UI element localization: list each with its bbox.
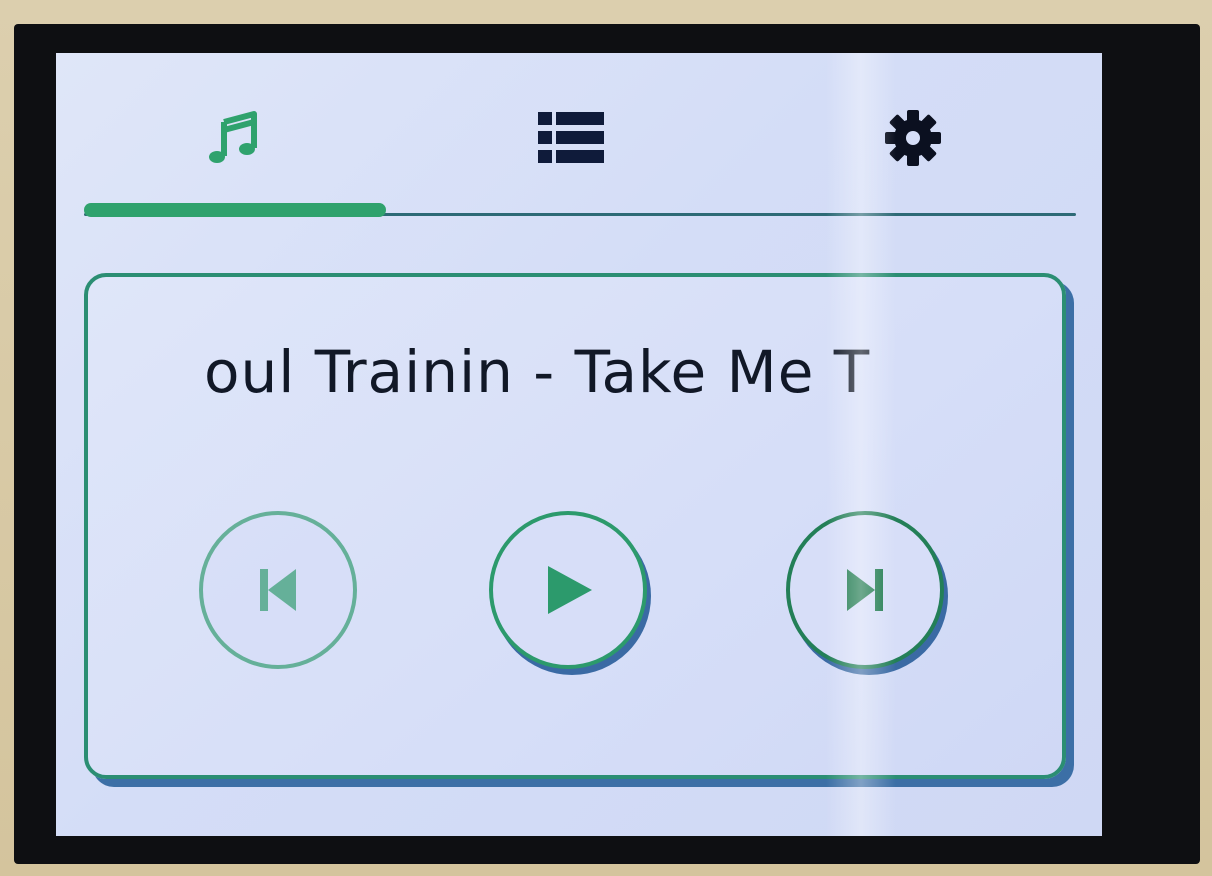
player-card: oul Trainin - Take Me T — [84, 273, 1066, 779]
device-frame: oul Trainin - Take Me T — [0, 0, 1212, 876]
music-note-icon — [209, 111, 257, 163]
skip-previous-icon — [260, 569, 296, 611]
active-tab-indicator — [84, 203, 386, 217]
tab-music[interactable] — [174, 93, 294, 183]
track-title-marquee: oul Trainin - Take Me T — [92, 337, 1058, 407]
tab-bar — [56, 53, 1102, 223]
list-icon — [538, 112, 604, 163]
play-button[interactable] — [489, 511, 647, 669]
tab-settings[interactable] — [853, 93, 973, 183]
gear-icon — [885, 110, 941, 166]
display-screen: oul Trainin - Take Me T — [56, 53, 1102, 836]
previous-track-button[interactable] — [199, 511, 357, 669]
play-icon — [548, 566, 592, 614]
track-title: oul Trainin - Take Me T — [204, 338, 871, 406]
tab-playlist[interactable] — [511, 93, 631, 183]
skip-next-icon — [847, 569, 883, 611]
next-track-button[interactable] — [786, 511, 944, 669]
